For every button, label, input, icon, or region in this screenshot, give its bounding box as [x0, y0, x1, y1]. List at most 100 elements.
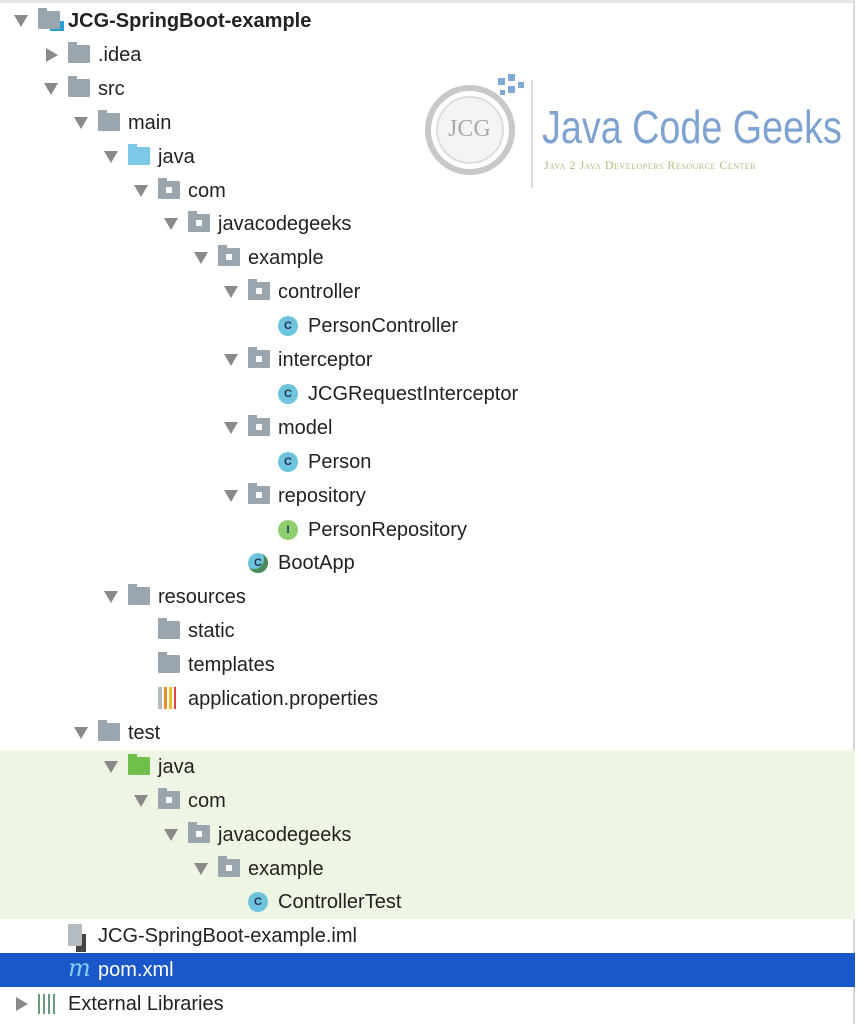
- folder-icon: [158, 618, 180, 640]
- folder-icon: [128, 584, 150, 606]
- expand-arrow-down-icon[interactable]: [224, 489, 238, 502]
- expand-arrow-down-icon[interactable]: [104, 760, 118, 773]
- tree-item-label: JCG-SpringBoot-example: [68, 10, 312, 32]
- folder-icon: [98, 109, 120, 131]
- tree-item-interceptor[interactable]: interceptor: [0, 343, 855, 377]
- package-icon: [218, 855, 240, 877]
- class-icon: C: [278, 451, 298, 472]
- tree-item-model[interactable]: model: [0, 411, 855, 445]
- expand-arrow-down-icon[interactable]: [224, 421, 238, 434]
- package-icon: [188, 211, 210, 233]
- watermark-badge: JCG: [448, 116, 491, 142]
- expand-arrow-down-icon[interactable]: [14, 15, 28, 27]
- package-icon: [158, 177, 180, 199]
- tree-item-repository[interactable]: repository: [0, 479, 855, 513]
- tree-item-label: example: [248, 247, 324, 270]
- expand-arrow-down-icon[interactable]: [134, 184, 148, 197]
- tree-item-label: JCGRequestInterceptor: [308, 382, 519, 405]
- expand-arrow-down-icon[interactable]: [164, 828, 178, 841]
- folder-icon: [68, 41, 90, 63]
- expand-arrow-down-icon[interactable]: [44, 82, 58, 95]
- tree-item-javacodegeeks[interactable]: javacodegeeks: [0, 207, 855, 241]
- test-folder-icon: [128, 753, 150, 775]
- tree-item-label: interceptor: [278, 349, 373, 371]
- tree-item-label: test: [128, 721, 161, 744]
- tree-item-label: javacodegeeks: [218, 213, 352, 236]
- expand-arrow-down-icon[interactable]: [74, 116, 88, 129]
- expand-arrow-down-icon[interactable]: [134, 794, 148, 807]
- expand-arrow-down-icon[interactable]: [194, 252, 208, 265]
- tree-item-label: com: [188, 179, 226, 202]
- tree-item-pom-xml[interactable]: m pom.xml: [0, 953, 855, 988]
- tree-item-label: javacodegeeks: [218, 823, 352, 846]
- tree-item-javacodegeeks[interactable]: javacodegeeks: [0, 817, 855, 852]
- tree-item-bootapp[interactable]: C BootApp: [0, 546, 855, 580]
- expand-arrow-down-icon[interactable]: [74, 726, 88, 739]
- watermark-subtitle: Java 2 Java Developers Resource Center: [544, 158, 757, 172]
- expand-arrow-down-icon[interactable]: [104, 591, 118, 604]
- tree-item-test[interactable]: test: [0, 716, 855, 750]
- tree-item-personcontroller[interactable]: C PersonController: [0, 309, 855, 343]
- package-icon: [248, 347, 270, 368]
- tree-item-example[interactable]: example: [0, 241, 855, 275]
- tree-item-person[interactable]: C Person: [0, 445, 855, 479]
- tree-item-label: PersonController: [308, 315, 459, 338]
- watermark-logo: JCG Java Code Geeks Java 2 Java Develope…: [420, 70, 842, 195]
- expand-arrow-down-icon[interactable]: [164, 218, 178, 231]
- tree-item-jcgrequestinterceptor[interactable]: C JCGRequestInterceptor: [0, 377, 855, 411]
- expand-arrow-down-icon[interactable]: [224, 286, 238, 299]
- tree-item-label: .idea: [98, 43, 142, 66]
- tree-item-label: controller: [278, 281, 361, 304]
- tree-item-label: repository: [278, 484, 366, 507]
- package-icon: [248, 482, 270, 504]
- tree-item-com[interactable]: com: [0, 783, 855, 818]
- tree-item-label: java: [158, 755, 195, 778]
- tree-item-label: ControllerTest: [278, 891, 402, 914]
- package-icon: [188, 821, 210, 843]
- class-icon: C: [278, 316, 298, 337]
- tree-item-label: Person: [308, 450, 372, 473]
- class-icon: C: [248, 892, 268, 913]
- tree-item-label: java: [158, 145, 195, 168]
- tree-item-controller[interactable]: controller: [0, 275, 855, 309]
- expand-arrow-down-icon[interactable]: [104, 150, 118, 163]
- module-folder-icon: [38, 8, 60, 29]
- tree-item-example[interactable]: example: [0, 851, 855, 886]
- tree-item--idea[interactable]: .idea: [0, 38, 855, 72]
- libraries-icon: [38, 994, 58, 1015]
- properties-file-icon: [158, 687, 176, 709]
- tree-item-label: resources: [158, 586, 246, 609]
- tree-item-personrepository[interactable]: I PersonRepository: [0, 513, 855, 547]
- tree-item-application-properties[interactable]: application.properties: [0, 682, 855, 716]
- package-icon: [158, 787, 180, 809]
- iml-file-icon: [68, 924, 82, 947]
- tree-item-jcg-springboot-example[interactable]: JCG-SpringBoot-example: [0, 4, 855, 38]
- tree-item-label: application.properties: [188, 688, 379, 710]
- tree-item-java[interactable]: java: [0, 749, 855, 784]
- tree-item-jcg-springboot-example-iml[interactable]: JCG-SpringBoot-example.iml: [0, 919, 855, 953]
- collapse-arrow-right-icon[interactable]: [16, 997, 28, 1012]
- tree-item-label: External Libraries: [68, 993, 224, 1016]
- tree-item-static[interactable]: static: [0, 614, 855, 648]
- watermark-title: Java Code Geeks: [542, 101, 842, 153]
- tree-item-external-libraries[interactable]: External Libraries: [0, 987, 855, 1021]
- tree-item-label: BootApp: [278, 552, 355, 575]
- tree-item-label: main: [128, 111, 172, 134]
- tree-item-label: pom.xml: [98, 959, 174, 982]
- package-icon: [248, 414, 270, 436]
- folder-icon: [158, 652, 180, 674]
- tree-item-label: src: [98, 77, 125, 100]
- interface-icon: I: [278, 519, 298, 540]
- class-icon: C: [278, 383, 298, 404]
- spring-boot-class-icon: C: [248, 553, 268, 574]
- tree-item-label: PersonRepository: [308, 518, 467, 541]
- tree-item-label: com: [188, 789, 226, 812]
- tree-item-controllertest[interactable]: C ControllerTest: [0, 885, 855, 920]
- tree-item-label: model: [278, 416, 333, 439]
- tree-item-resources[interactable]: resources: [0, 580, 855, 614]
- expand-arrow-down-icon[interactable]: [224, 354, 238, 366]
- expand-arrow-down-icon[interactable]: [194, 862, 208, 875]
- tree-item-templates[interactable]: templates: [0, 648, 855, 682]
- maven-file-icon: m: [68, 954, 91, 983]
- collapse-arrow-right-icon[interactable]: [46, 47, 58, 62]
